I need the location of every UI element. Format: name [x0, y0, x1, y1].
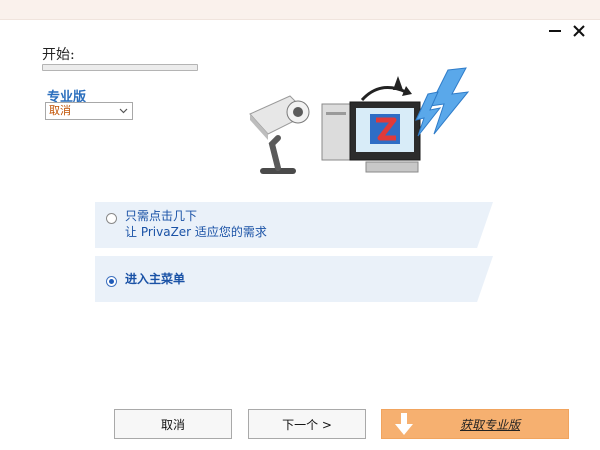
option-customize-line1: 只需点击几下: [125, 209, 198, 223]
radio-main-menu[interactable]: [106, 276, 117, 287]
privazer-hero-illustration: [249, 67, 470, 174]
computer-icon: [321, 101, 421, 173]
radio-customize[interactable]: [106, 213, 117, 224]
close-icon: [573, 25, 585, 37]
option-customize[interactable]: 只需点击几下 让 PrivaZer 适应您的需求: [95, 202, 493, 248]
option-customize-line2: 让 PrivaZer 适应您的需求: [125, 225, 267, 239]
lightning-icon: [415, 67, 470, 137]
chevron-down-icon: [119, 108, 128, 114]
security-camera-icon: [249, 95, 310, 174]
minimize-icon: [549, 30, 561, 32]
cancel-button-label: 取消: [160, 417, 185, 432]
arc-arrow-icon: [360, 76, 412, 102]
option-main-menu-label: 进入主菜单: [125, 272, 186, 286]
title-bar: [0, 0, 600, 20]
minimize-button[interactable]: [546, 22, 564, 40]
pro-version-select-value: 取消: [49, 104, 71, 117]
next-button-label: 下一个 >: [282, 417, 332, 432]
pro-version-select[interactable]: 取消: [45, 102, 133, 120]
close-button[interactable]: [570, 22, 588, 40]
progress-bar: [42, 64, 198, 71]
progress-label: 开始:: [42, 47, 75, 63]
next-button[interactable]: 下一个 >: [248, 409, 366, 439]
arrow-down-icon: [382, 409, 426, 439]
option-main-menu[interactable]: 进入主菜单: [95, 256, 493, 302]
get-pro-button-label: 获取专业版: [460, 417, 521, 432]
cancel-button[interactable]: 取消: [114, 409, 232, 439]
get-pro-button[interactable]: 获取专业版: [381, 409, 569, 439]
